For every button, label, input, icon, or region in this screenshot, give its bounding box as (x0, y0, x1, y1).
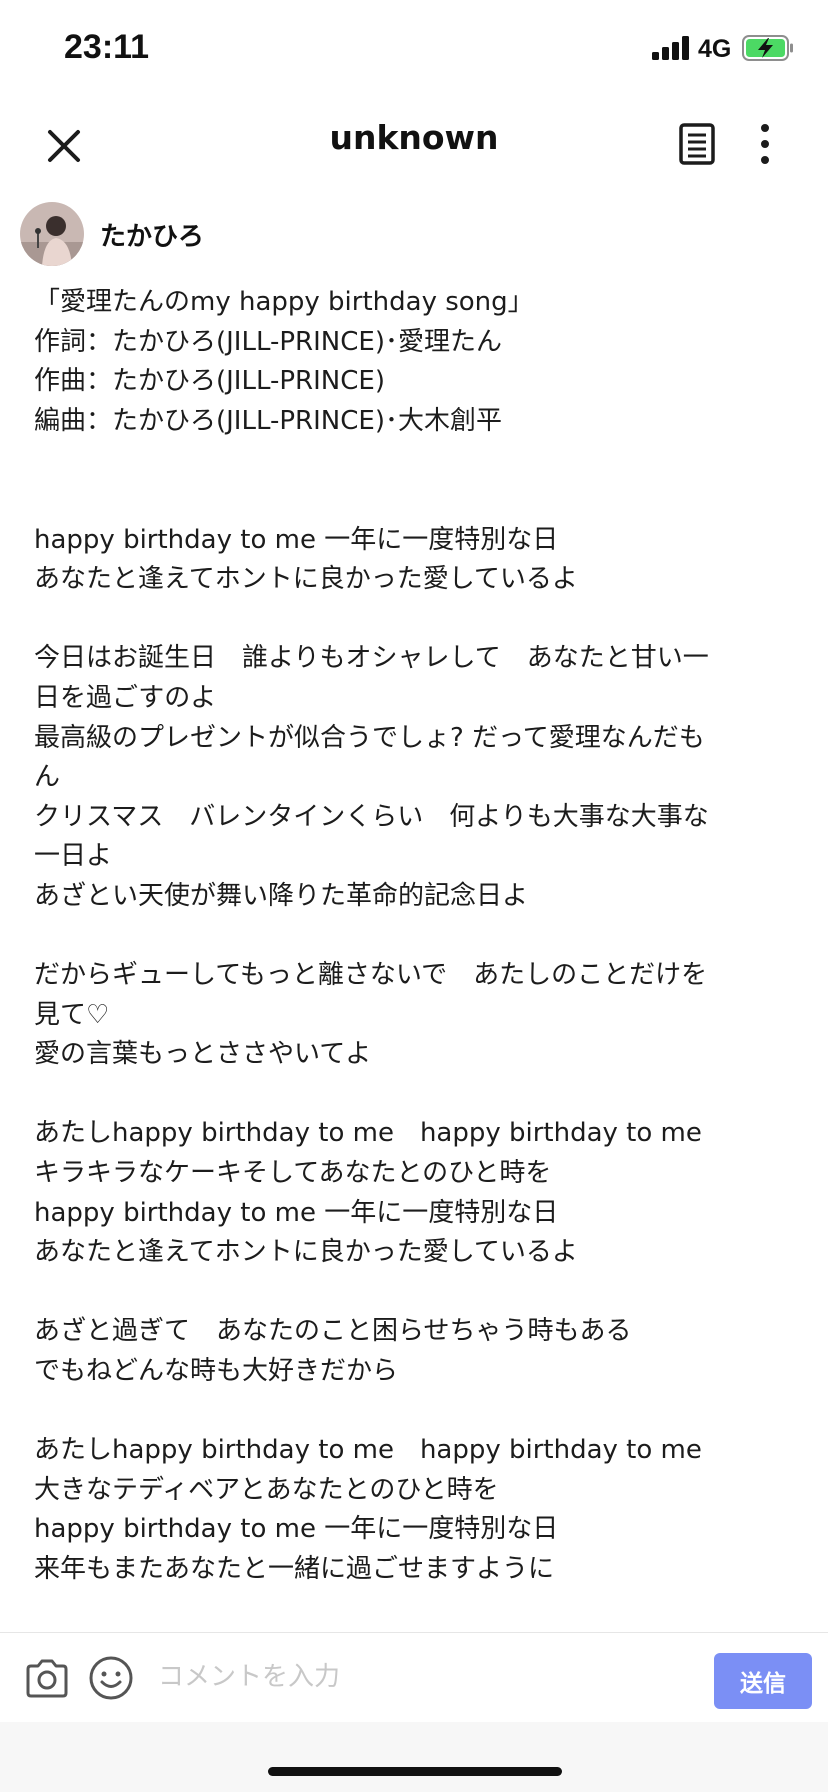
status-bar: 23:11 4G (0, 0, 828, 100)
network-type: 4G (698, 35, 732, 63)
lyric-line: happy birthday to me 一年に一度特別な日 (34, 524, 559, 555)
lyric-line: 見て♡ (34, 999, 110, 1030)
author-row[interactable]: たかひろ (20, 202, 800, 266)
nav-bar: unknown (0, 100, 828, 200)
comment-input[interactable] (150, 1649, 706, 1705)
lyric-line: 来年もまたあなたと一緒に過ごせますように (34, 1554, 555, 1584)
smiley-icon[interactable] (88, 1655, 134, 1701)
lyric-line: 編曲：たかひろ(JILL-PRINCE)･大木創平 (34, 405, 502, 436)
lyric-line: だからギューしてもっと離さないで あたしのことだけを (34, 960, 708, 991)
lyric-line: 今日はお誕生日 誰よりもオシャレして あなたと甘い一 (34, 643, 709, 674)
lyric-line: あなたと逢えてホントに良かった愛しているよ (34, 564, 578, 595)
lyric-line: あたしhappy birthday to me happy birthday t… (34, 1118, 702, 1149)
lyric-line: happy birthday to me 一年に一度特別な日 (34, 1514, 559, 1545)
lyric-line: 作詞：たかひろ(JILL-PRINCE)･愛理たん (34, 326, 502, 357)
avatar[interactable] (20, 202, 84, 266)
lyric-line: happy birthday to me 一年に一度特別な日 (34, 1197, 559, 1228)
lyric-line: キラキラなケーキそしてあなたとのひと時を (34, 1158, 552, 1189)
post-body: 「愛理たんのmy happy birthday song」 作詞：たかひろ(JIL… (34, 283, 794, 1613)
send-button[interactable]: 送信 (714, 1653, 812, 1709)
lyric-line: あざとい天使が舞い降りた革命的記念日よ (34, 880, 529, 911)
home-area (0, 1722, 828, 1792)
screen: 23:11 4G unknown たかひろ 「愛理たんのmy happy bir… (0, 0, 828, 1792)
page-title: unknown (329, 118, 499, 157)
lyric-line: 日を過ごすのよ (34, 682, 217, 713)
document-icon[interactable] (676, 120, 718, 168)
lyric-line: ん (34, 762, 61, 793)
comment-bar: 送信 (0, 1632, 828, 1723)
lyric-line: 「愛理たんのmy happy birthday song」 (34, 287, 534, 317)
status-time: 23:11 (64, 28, 150, 66)
lyric-line: あざと過ぎて あなたのこと困らせちゃう時もある (34, 1316, 632, 1347)
camera-icon[interactable] (24, 1657, 70, 1699)
lyric-line: クリスマス バレンタインくらい 何よりも大事な大事な (34, 801, 709, 832)
close-icon[interactable] (40, 122, 88, 170)
lyric-line: あたしhappy birthday to me happy birthday t… (34, 1435, 702, 1466)
battery-charging-icon (742, 35, 793, 61)
home-indicator[interactable] (268, 1767, 562, 1776)
signal-bars-icon (652, 36, 690, 60)
lyric-line: 愛の言葉もっとささやいてよ (34, 1039, 372, 1070)
more-vertical-icon[interactable] (750, 120, 780, 168)
lyric-line: あなたと逢えてホントに良かった愛しているよ (34, 1237, 578, 1268)
author-name[interactable]: たかひろ (100, 216, 204, 253)
lyric-line: でもねどんな時も大好きだから (34, 1356, 399, 1387)
lyric-line: 作曲：たかひろ(JILL-PRINCE) (34, 366, 385, 397)
lyric-line: 最高級のプレゼントが似合うでしょ? だって愛理なんだも (34, 722, 705, 753)
lyric-line: 一日よ (34, 841, 113, 872)
lyric-line: 大きなテディベアとあなたとのひと時を (34, 1474, 499, 1505)
